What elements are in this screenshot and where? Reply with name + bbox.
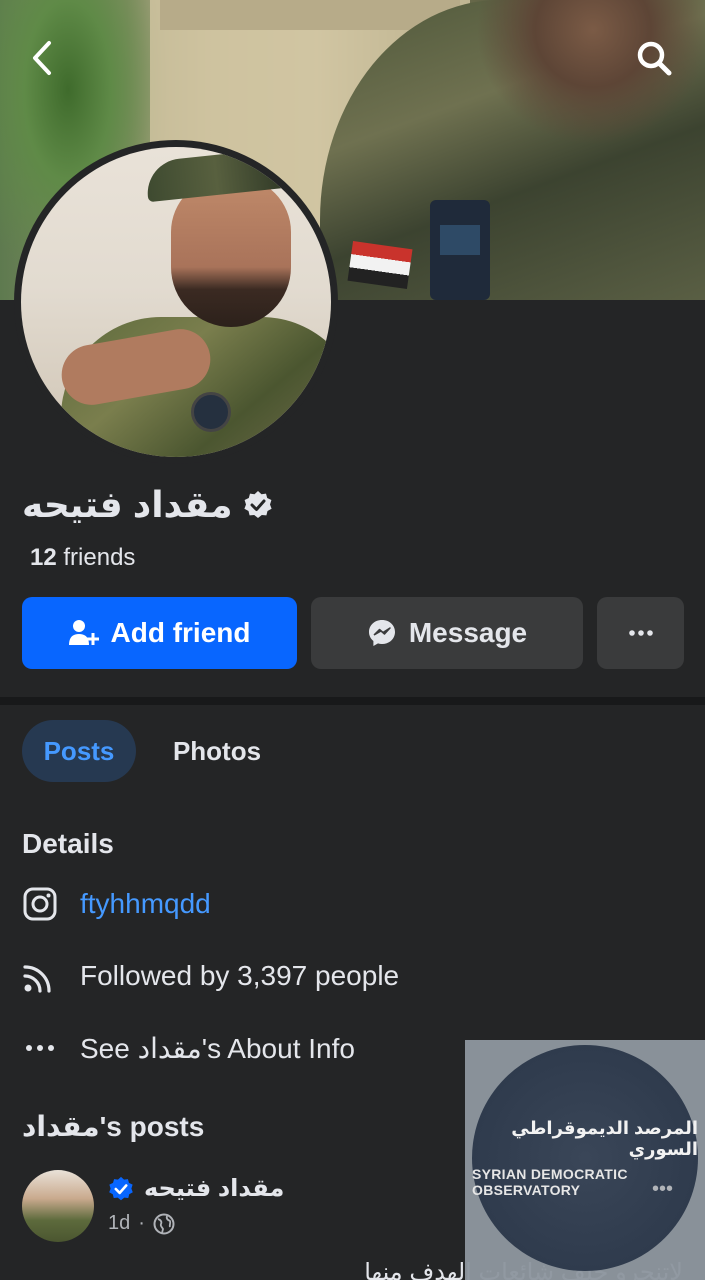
post-author-row: مقداد فتيحه: [108, 1174, 284, 1203]
watermark-logo: المرصد الديموقراطي السوري SYRIAN DEMOCRA…: [472, 1045, 698, 1271]
followers-detail: Followed by 3,397 people: [22, 958, 399, 994]
chevron-left-icon: [33, 41, 51, 75]
profile-avatar[interactable]: [14, 140, 338, 464]
rss-feed-icon: [22, 958, 58, 994]
meta-separator: ·: [138, 1212, 145, 1234]
verified-badge-icon: [109, 1176, 133, 1200]
add-friend-icon: [68, 620, 99, 645]
instagram-detail[interactable]: ftyhhmqdd: [22, 886, 211, 922]
post-author-avatar[interactable]: [22, 1170, 94, 1242]
friends-count[interactable]: 12 friends: [30, 544, 135, 572]
post-meta: 1d ·: [108, 1212, 175, 1235]
message-label: Message: [408, 617, 528, 648]
add-friend-button[interactable]: Add friend: [22, 597, 297, 669]
profile-name-row: مقداد فتيحه: [22, 484, 273, 526]
watermark-arabic: المرصد الديموقراطي السوري: [511, 1118, 698, 1159]
posts-heading: مقداد's posts: [22, 1111, 205, 1142]
avatar-watch: [191, 392, 231, 432]
more-dots-icon: [22, 1030, 58, 1066]
post-time[interactable]: 1d: [108, 1212, 130, 1235]
post-options-button[interactable]: •••: [652, 1178, 673, 1201]
followers-text: Followed by 3,397 people: [80, 960, 400, 991]
post-author-name[interactable]: مقداد فتيحه: [144, 1174, 284, 1203]
instagram-icon: [22, 886, 58, 922]
messenger-icon: [368, 620, 395, 646]
message-button[interactable]: Message: [311, 597, 583, 669]
cover-flag-patch: [347, 241, 413, 289]
section-divider: [0, 697, 705, 705]
search-button[interactable]: [630, 34, 678, 82]
about-info-text[interactable]: See مقداد's About Info: [80, 1032, 355, 1065]
verified-badge-icon: [243, 491, 272, 518]
tab-posts[interactable]: Posts: [22, 720, 136, 782]
globe-icon: [153, 1213, 175, 1234]
instagram-handle[interactable]: ftyhhmqdd: [80, 888, 211, 920]
profile-photo: [21, 147, 331, 457]
about-info-detail[interactable]: See مقداد's About Info: [22, 1030, 355, 1066]
tab-photos[interactable]: Photos: [160, 720, 274, 782]
more-options-button[interactable]: [597, 597, 684, 669]
more-dots-icon: [628, 630, 653, 636]
search-icon: [637, 41, 672, 76]
add-friend-label: Add friend: [110, 617, 251, 648]
back-button[interactable]: [18, 34, 66, 82]
friends-number: 12: [30, 544, 57, 571]
details-heading: Details: [22, 828, 114, 859]
cover-radio-screen: [440, 225, 480, 255]
avatar-head: [171, 177, 291, 327]
friends-label: friends: [63, 544, 136, 571]
profile-name: مقداد فتيحه: [22, 484, 233, 525]
